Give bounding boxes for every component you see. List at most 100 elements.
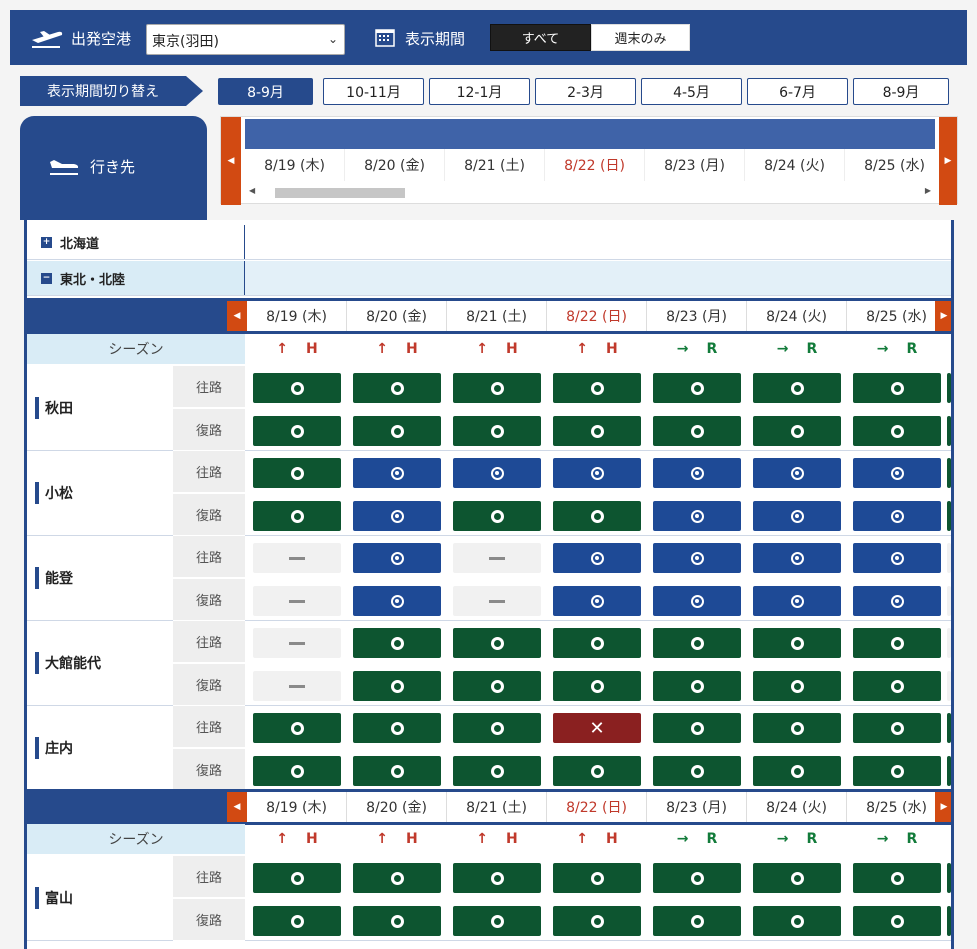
availability-box[interactable] <box>353 671 441 701</box>
availability-cell[interactable] <box>347 749 447 791</box>
period-tab[interactable]: 6-7月 <box>747 78 848 105</box>
availability-cell[interactable] <box>247 899 347 941</box>
availability-cell[interactable] <box>347 451 447 493</box>
availability-cell[interactable] <box>547 664 647 706</box>
availability-cell[interactable] <box>847 494 947 536</box>
availability-box[interactable] <box>253 416 341 446</box>
scroll-left-button[interactable]: ◀ <box>221 117 241 205</box>
availability-cell[interactable] <box>447 536 547 578</box>
availability-cell[interactable] <box>747 494 847 536</box>
availability-box[interactable] <box>353 863 441 893</box>
scrollbar-thumb[interactable] <box>275 188 405 198</box>
availability-cell[interactable] <box>547 579 647 621</box>
availability-cell[interactable] <box>247 366 347 408</box>
availability-cell[interactable] <box>747 579 847 621</box>
scroll-left-arrow-icon[interactable]: ◀ <box>249 186 255 195</box>
availability-box[interactable] <box>753 373 841 403</box>
availability-cell[interactable] <box>347 856 447 898</box>
availability-box[interactable] <box>853 416 941 446</box>
period-tab[interactable]: 8-9月 <box>853 78 949 105</box>
availability-cell[interactable] <box>247 409 347 451</box>
availability-box[interactable] <box>653 543 741 573</box>
availability-box[interactable] <box>753 713 841 743</box>
availability-box[interactable] <box>853 501 941 531</box>
period-tab[interactable]: 10-11月 <box>323 78 424 105</box>
availability-box[interactable] <box>653 586 741 616</box>
availability-cell[interactable] <box>847 621 947 663</box>
availability-box[interactable] <box>253 373 341 403</box>
availability-cell[interactable] <box>747 706 847 748</box>
availability-cell[interactable] <box>747 451 847 493</box>
availability-box[interactable] <box>553 906 641 936</box>
availability-cell[interactable] <box>447 899 547 941</box>
availability-cell[interactable] <box>747 409 847 451</box>
availability-cell[interactable] <box>447 856 547 898</box>
availability-cell[interactable] <box>647 706 747 748</box>
availability-cell[interactable] <box>347 621 447 663</box>
region-row[interactable]: + 北海道 <box>27 225 951 260</box>
availability-box[interactable] <box>353 906 441 936</box>
availability-box[interactable] <box>753 863 841 893</box>
region-name[interactable]: − 東北・北陸 <box>27 261 245 295</box>
availability-box[interactable] <box>653 416 741 446</box>
availability-box[interactable] <box>453 458 541 488</box>
availability-box[interactable] <box>753 906 841 936</box>
region-name[interactable]: + 北海道 <box>27 225 245 259</box>
availability-box[interactable] <box>553 458 641 488</box>
availability-cell[interactable] <box>347 494 447 536</box>
availability-box[interactable] <box>353 501 441 531</box>
availability-cell[interactable] <box>747 899 847 941</box>
availability-cell[interactable] <box>847 409 947 451</box>
availability-cell[interactable] <box>647 494 747 536</box>
availability-cell[interactable] <box>247 749 347 791</box>
availability-box[interactable] <box>753 543 841 573</box>
availability-cell[interactable] <box>447 706 547 748</box>
availability-cell[interactable] <box>547 621 647 663</box>
availability-box[interactable] <box>753 671 841 701</box>
availability-cell[interactable] <box>847 579 947 621</box>
availability-box[interactable] <box>253 543 341 573</box>
availability-box[interactable] <box>453 501 541 531</box>
availability-cell[interactable] <box>547 494 647 536</box>
availability-cell[interactable]: ✕ <box>547 706 647 748</box>
availability-cell[interactable] <box>547 409 647 451</box>
availability-cell[interactable] <box>647 451 747 493</box>
availability-box[interactable] <box>353 373 441 403</box>
availability-box[interactable] <box>253 671 341 701</box>
availability-cell[interactable] <box>647 899 747 941</box>
availability-box[interactable] <box>553 416 641 446</box>
availability-box[interactable] <box>253 863 341 893</box>
availability-box[interactable] <box>553 543 641 573</box>
region-row[interactable]: − 東北・北陸 <box>27 261 951 296</box>
availability-cell[interactable] <box>847 451 947 493</box>
availability-cell[interactable] <box>747 366 847 408</box>
availability-box[interactable] <box>853 543 941 573</box>
availability-box[interactable] <box>453 373 541 403</box>
availability-cell[interactable] <box>247 451 347 493</box>
collapse-icon[interactable]: − <box>41 272 52 284</box>
availability-box[interactable] <box>253 628 341 658</box>
availability-cell[interactable] <box>447 409 547 451</box>
availability-box[interactable] <box>753 756 841 786</box>
availability-cell[interactable] <box>347 409 447 451</box>
availability-box[interactable] <box>553 501 641 531</box>
availability-cell[interactable] <box>347 706 447 748</box>
availability-box[interactable] <box>453 416 541 446</box>
scroll-right-button[interactable]: ▶ <box>935 792 951 822</box>
availability-cell[interactable] <box>547 451 647 493</box>
scroll-right-button[interactable]: ▶ <box>935 301 951 331</box>
availability-cell[interactable] <box>347 899 447 941</box>
availability-box[interactable] <box>553 863 641 893</box>
availability-cell[interactable] <box>847 366 947 408</box>
availability-box[interactable] <box>453 756 541 786</box>
availability-cell[interactable] <box>647 749 747 791</box>
availability-box[interactable] <box>653 373 741 403</box>
availability-box[interactable] <box>353 628 441 658</box>
availability-box[interactable] <box>453 543 541 573</box>
availability-box[interactable] <box>353 458 441 488</box>
availability-cell[interactable] <box>547 749 647 791</box>
availability-cell[interactable] <box>647 366 747 408</box>
availability-cell[interactable] <box>247 579 347 621</box>
availability-box[interactable] <box>853 906 941 936</box>
departure-airport-select[interactable]: 東京(羽田) ⌄ <box>146 24 345 55</box>
